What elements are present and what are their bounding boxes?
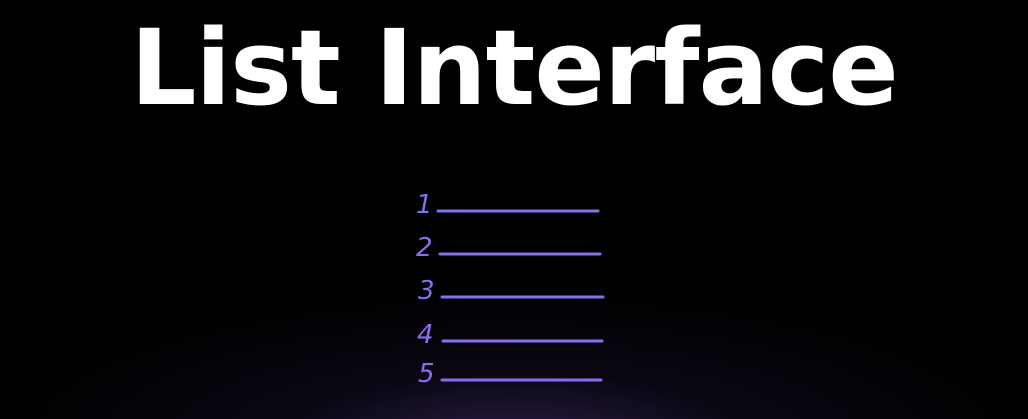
list-item: 3 — [418, 276, 605, 306]
list-item: 2 — [416, 233, 602, 263]
list-illustration: 1 2 3 4 5 — [416, 190, 605, 389]
list-item-number: 2 — [416, 233, 433, 263]
list-item-number: 5 — [418, 359, 435, 389]
list-item-number: 3 — [418, 276, 435, 306]
slide-canvas: List Interface 12345 — [0, 0, 1028, 419]
list-item: 1 — [416, 190, 600, 220]
list-item-number: 4 — [417, 320, 434, 350]
list-item: 5 — [418, 359, 603, 389]
list-item-number: 1 — [416, 190, 433, 220]
list-item: 4 — [417, 320, 604, 350]
